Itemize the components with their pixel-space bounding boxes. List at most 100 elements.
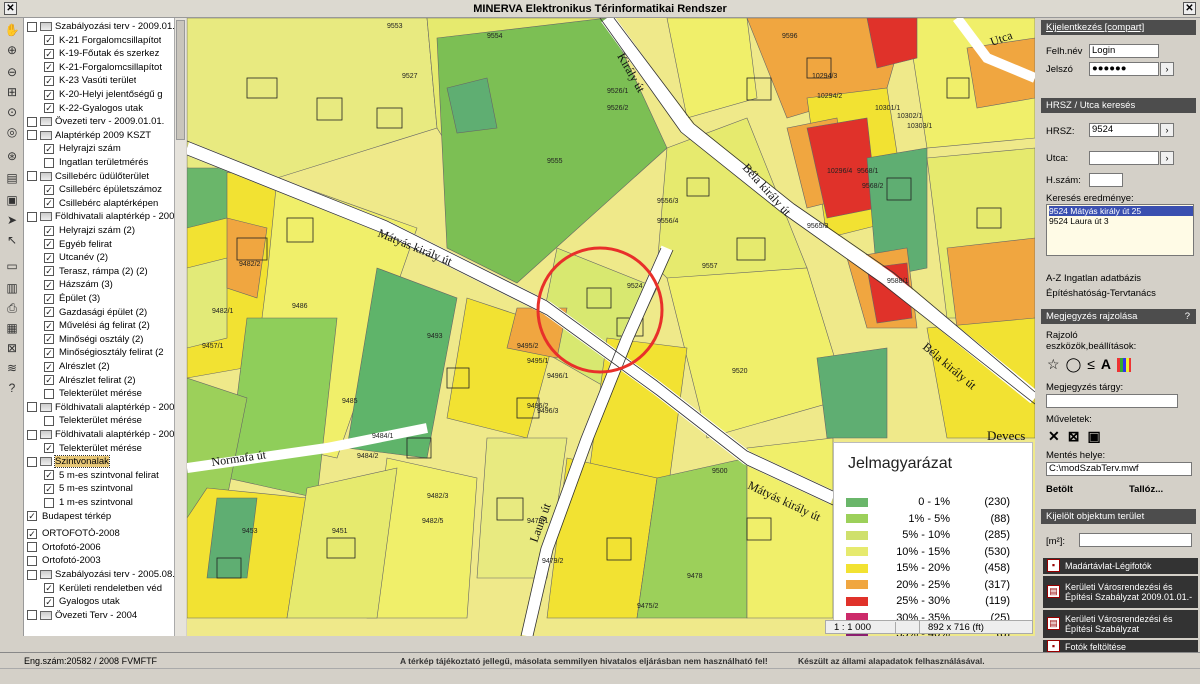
layer-checkbox[interactable] [27,456,37,467]
zoom-full-icon[interactable]: ⊙ [4,104,20,120]
layer-checkbox[interactable] [27,116,37,127]
save-path-input[interactable]: C:\modSzabTerv.mwf [1046,462,1192,476]
help-icon[interactable]: ? [4,380,20,396]
select-clear-icon[interactable]: ↖ [4,232,20,248]
layer-item[interactable]: Szabályozási terv - 2005.08. [27,568,175,581]
layer-checkbox[interactable] [27,211,37,222]
layer-item[interactable]: ✓ Telekterület mérése [44,442,142,455]
layer-checkbox[interactable]: ✓ [44,89,54,100]
layer-checkbox[interactable] [44,388,54,399]
layer-checkbox[interactable] [27,555,37,566]
layer-checkbox[interactable] [27,402,37,413]
zoom-in-icon[interactable]: ⊕ [4,42,20,58]
polygon-tool-icon[interactable]: ☆ [1047,356,1060,373]
map-view[interactable]: Mátyás király út Béla király út Béla kir… [187,18,1035,636]
ellipse-tool-icon[interactable]: ◯ [1066,356,1082,373]
layer-checkbox[interactable]: ✓ [44,103,54,114]
kvsz-button[interactable]: ▤ Kerületi Városrendezési és Építési Szab… [1043,610,1198,638]
layer-checkbox[interactable]: ✓ [44,470,54,481]
layer-checkbox[interactable]: ✓ [44,75,54,86]
layer-item[interactable]: ✓ Helyrajzi szám [44,142,121,155]
close-window-icon[interactable]: ✕ [1183,2,1196,15]
layer-checkbox[interactable]: ✓ [44,483,54,494]
layer-scrollbar[interactable] [174,18,186,636]
layers-icon[interactable]: ≋ [4,360,20,376]
password-field[interactable]: ●●●●●● [1089,62,1159,76]
layer-checkbox[interactable]: ✓ [44,239,54,250]
hrsz-go-button[interactable]: › [1160,123,1174,137]
layer-item[interactable]: Telekterület mérése [44,387,142,400]
subject-input[interactable] [1046,394,1178,408]
layer-item[interactable]: ✓ K-21-Forgalomcsillapítot [44,61,162,74]
user-field[interactable]: Login [1089,44,1159,58]
aerial-photos-button[interactable]: ▪ Madártávlat-Légifotók [1043,558,1198,574]
layer-item[interactable]: Földhivatali alaptérkép - 200 [27,428,174,441]
layer-checkbox[interactable]: ✓ [44,375,54,386]
layer-checkbox[interactable] [27,429,37,440]
layer-checkbox[interactable]: ✓ [44,266,54,277]
print-icon[interactable]: ⎙ [4,300,20,316]
layer-item[interactable]: ✓ Csillebérc alaptérképen [44,197,158,210]
layer-item[interactable]: ✓ Kerületi rendeletben véd [44,582,162,595]
layer-item[interactable]: ✓ K-21 Forgalomcsillapítot [44,34,161,47]
layer-item[interactable]: ✓ Művelési ág felirat (2) [44,319,150,332]
layer-item[interactable]: ✓ Alrészlet (2) [44,360,110,373]
color-grid-icon[interactable] [1117,358,1132,372]
layer-item[interactable]: ✓ Épület (3) [44,292,100,305]
layer-checkbox[interactable] [44,497,54,508]
layer-item[interactable]: ✓ Házszám (3) [44,278,113,291]
login-go-button[interactable]: › [1160,62,1174,76]
layer-checkbox[interactable]: ✓ [44,334,54,345]
layer-item[interactable]: ✓ K-22-Gyalogos utak [44,102,143,115]
browse-button[interactable]: Tallóz... [1129,484,1163,495]
layer-item[interactable]: Ortofotó-2006 [27,541,101,554]
layer-checkbox[interactable] [27,171,37,182]
layer-checkbox[interactable]: ✓ [44,361,54,372]
close-icon[interactable]: ✕ [4,2,17,15]
delete-x-icon[interactable]: ✕ [1048,428,1060,445]
layer-item[interactable]: ✓ K-20-Helyi jelentőségű g [44,88,163,101]
layer-checkbox[interactable]: ✓ [44,443,54,454]
layer-item[interactable]: ✓ Terasz, rámpa (2) (2) [44,265,148,278]
kvsz-2009-button[interactable]: ▤ Kerületi Városrendezési és Építési Szab… [1043,576,1198,608]
layer-item[interactable]: ✓ Gyalogos utak [44,595,120,608]
zoom-out-icon[interactable]: ⊖ [4,64,20,80]
az-link[interactable]: A-Z Ingatlan adatbázis [1046,273,1141,284]
layer-checkbox[interactable] [27,130,37,141]
layer-checkbox[interactable]: ✓ [27,528,37,539]
measure-icon[interactable]: ▭ [4,258,20,274]
layer-checkbox[interactable] [27,610,37,621]
layer-item[interactable]: ✓ Minőségi osztály (2) [44,333,143,346]
export-icon[interactable]: ▣ [4,192,20,208]
layer-item[interactable]: ✓ 5 m-es szintvonal felirat [44,469,159,482]
measure-area-icon[interactable]: ▥ [4,280,20,296]
hsz-input[interactable] [1089,173,1123,187]
utca-go-button[interactable]: › [1160,151,1174,165]
layer-item[interactable]: ✓ ORTOFOTÓ-2008 [27,527,120,540]
layer-checkbox[interactable] [27,542,37,553]
layer-item[interactable]: ✓ Utcanév (2) [44,251,108,264]
layer-checkbox[interactable]: ✓ [44,293,54,304]
layer-item[interactable]: ✓ Budapest térkép [27,510,111,523]
layer-item[interactable]: Ingatlan területmérés [44,156,148,169]
layer-item[interactable]: Szabályozási terv - 2009.01... [27,20,180,33]
line-tool-icon[interactable]: ≤ [1087,356,1095,373]
layer-checkbox[interactable]: ✓ [44,62,54,73]
layer-item[interactable]: Csillebérc üdülőterület [27,170,149,183]
layer-item[interactable]: ✓ Egyéb felirat [44,238,112,251]
utca-input[interactable] [1089,151,1159,165]
layer-checkbox[interactable]: ✓ [44,596,54,607]
layer-checkbox[interactable] [44,415,54,426]
layer-item[interactable]: ✓ K-23 Vasúti terület [44,74,136,87]
layer-checkbox[interactable]: ✓ [44,143,54,154]
layer-checkbox[interactable]: ✓ [44,320,54,331]
layer-checkbox[interactable]: ✓ [44,48,54,59]
layer-checkbox[interactable] [27,569,37,580]
layer-checkbox[interactable]: ✓ [44,583,54,594]
layer-item[interactable]: ✓ Helyrajzi szám (2) [44,224,135,237]
pan-hand-icon[interactable]: ✋ [4,22,20,38]
save-disk-icon[interactable]: ▣ [1087,428,1100,445]
layer-checkbox[interactable]: ✓ [44,347,54,358]
layer-checkbox[interactable]: ✓ [44,35,54,46]
layer-item[interactable]: ✓ K-19-Főutak és szerkez [44,47,159,60]
